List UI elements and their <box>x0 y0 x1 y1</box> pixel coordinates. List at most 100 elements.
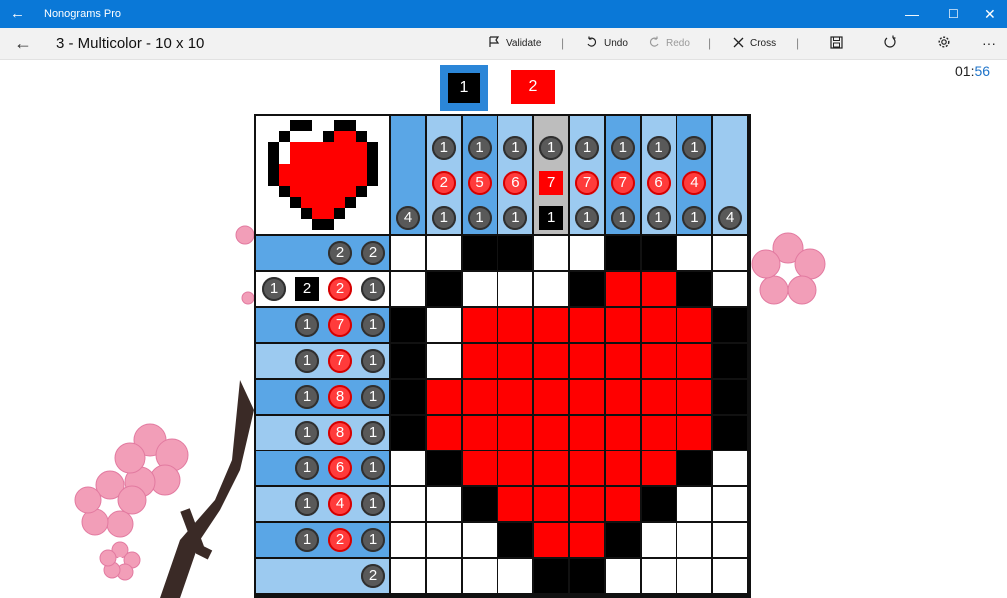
grid-cell[interactable] <box>391 559 425 594</box>
grid-cell[interactable] <box>534 236 569 270</box>
grid-cell[interactable] <box>462 451 497 486</box>
validate-button[interactable]: Validate <box>488 28 541 59</box>
clue-number[interactable]: 1 <box>295 384 319 409</box>
clue-number[interactable]: 4 <box>396 206 420 230</box>
grid-cell[interactable] <box>462 236 497 270</box>
grid-cell[interactable] <box>605 451 640 486</box>
clue-number[interactable]: 1 <box>467 136 492 160</box>
grid-cell[interactable] <box>534 379 569 414</box>
grid-cell[interactable] <box>713 271 748 306</box>
grid-cell[interactable] <box>570 451 604 486</box>
grid-cell[interactable] <box>534 559 569 594</box>
grid-cell[interactable] <box>570 523 604 558</box>
grid-cell[interactable] <box>570 559 604 594</box>
grid-cell[interactable] <box>713 559 748 594</box>
minimize-button[interactable]: — <box>905 0 919 28</box>
clue-number[interactable]: 1 <box>431 136 456 160</box>
clue-number[interactable]: 2 <box>361 564 385 589</box>
grid-cell[interactable] <box>641 487 676 522</box>
grid-cell[interactable] <box>462 379 497 414</box>
grid-cell[interactable] <box>641 307 676 342</box>
reset-button[interactable] <box>883 28 897 59</box>
clue-number[interactable]: 1 <box>295 420 319 445</box>
grid-cell[interactable] <box>605 271 640 306</box>
cross-button[interactable]: Cross <box>733 28 776 59</box>
grid-cell[interactable] <box>391 343 425 378</box>
back-arrow-icon[interactable]: ← <box>10 0 25 28</box>
grid-cell[interactable] <box>462 415 497 450</box>
grid-cell[interactable] <box>426 307 461 342</box>
grid-cell[interactable] <box>713 523 748 558</box>
grid-cell[interactable] <box>498 487 533 522</box>
clue-number[interactable]: 1 <box>295 348 319 373</box>
maximize-button[interactable]: ☐ <box>948 0 959 28</box>
grid-cell[interactable] <box>462 523 497 558</box>
grid-cell[interactable] <box>391 487 425 522</box>
grid-cell[interactable] <box>641 271 676 306</box>
grid-cell[interactable] <box>498 343 533 378</box>
grid-cell[interactable] <box>677 523 712 558</box>
clue-number[interactable]: 1 <box>467 206 492 230</box>
grid-cell[interactable] <box>677 379 712 414</box>
clue-number[interactable]: 1 <box>361 312 385 337</box>
grid-cell[interactable] <box>713 307 748 342</box>
grid-cell[interactable] <box>426 236 461 270</box>
clue-number-black[interactable]: 2 <box>295 276 319 301</box>
grid-cell[interactable] <box>641 415 676 450</box>
clue-number[interactable]: 1 <box>610 206 635 230</box>
grid-cell[interactable] <box>426 343 461 378</box>
clue-number[interactable]: 1 <box>262 276 286 301</box>
clue-number[interactable]: 1 <box>361 384 385 409</box>
grid-cell[interactable] <box>713 379 748 414</box>
grid-cell[interactable] <box>713 487 748 522</box>
grid-cell[interactable] <box>605 307 640 342</box>
clue-number-red[interactable]: 7 <box>539 171 564 195</box>
save-button[interactable] <box>830 28 843 59</box>
grid-cell[interactable] <box>605 415 640 450</box>
grid-cell[interactable] <box>462 307 497 342</box>
grid-cell[interactable] <box>713 451 748 486</box>
grid-cell[interactable] <box>426 559 461 594</box>
clue-number[interactable]: 1 <box>539 136 564 160</box>
grid-cell[interactable] <box>677 451 712 486</box>
clue-number-red[interactable]: 8 <box>328 420 352 445</box>
grid-cell[interactable] <box>391 523 425 558</box>
clue-number-red[interactable]: 2 <box>328 276 352 301</box>
clue-number[interactable]: 1 <box>610 136 635 160</box>
clue-number-red[interactable]: 2 <box>431 171 456 195</box>
clue-number[interactable]: 1 <box>431 206 456 230</box>
grid-cell[interactable] <box>426 451 461 486</box>
grid-cell[interactable] <box>426 487 461 522</box>
undo-button[interactable]: Undo <box>586 28 628 59</box>
grid-cell[interactable] <box>677 559 712 594</box>
grid-cell[interactable] <box>641 343 676 378</box>
clue-number[interactable]: 1 <box>575 136 599 160</box>
grid-cell[interactable] <box>534 523 569 558</box>
grid-cell[interactable] <box>713 236 748 270</box>
grid-cell[interactable] <box>534 307 569 342</box>
clue-number[interactable]: 1 <box>295 528 319 553</box>
clue-number[interactable]: 1 <box>646 206 671 230</box>
clue-number[interactable]: 1 <box>361 420 385 445</box>
settings-button[interactable] <box>937 28 951 59</box>
grid-cell[interactable] <box>498 307 533 342</box>
grid-cell[interactable] <box>605 523 640 558</box>
grid-cell[interactable] <box>498 559 533 594</box>
clue-number[interactable]: 1 <box>295 312 319 337</box>
grid-cell[interactable] <box>677 415 712 450</box>
grid-cell[interactable] <box>677 343 712 378</box>
grid-cell[interactable] <box>462 559 497 594</box>
clue-number[interactable]: 1 <box>646 136 671 160</box>
clue-number[interactable]: 2 <box>328 241 352 265</box>
grid-cell[interactable] <box>641 451 676 486</box>
grid-cell[interactable] <box>391 415 425 450</box>
grid-cell[interactable] <box>677 307 712 342</box>
close-button[interactable]: ✕ <box>984 0 996 28</box>
grid-cell[interactable] <box>534 487 569 522</box>
grid-cell[interactable] <box>462 487 497 522</box>
more-icon[interactable]: ··· <box>982 28 996 59</box>
clue-number[interactable]: 1 <box>361 276 385 301</box>
grid-cell[interactable] <box>713 415 748 450</box>
grid-cell[interactable] <box>391 451 425 486</box>
grid-cell[interactable] <box>426 415 461 450</box>
